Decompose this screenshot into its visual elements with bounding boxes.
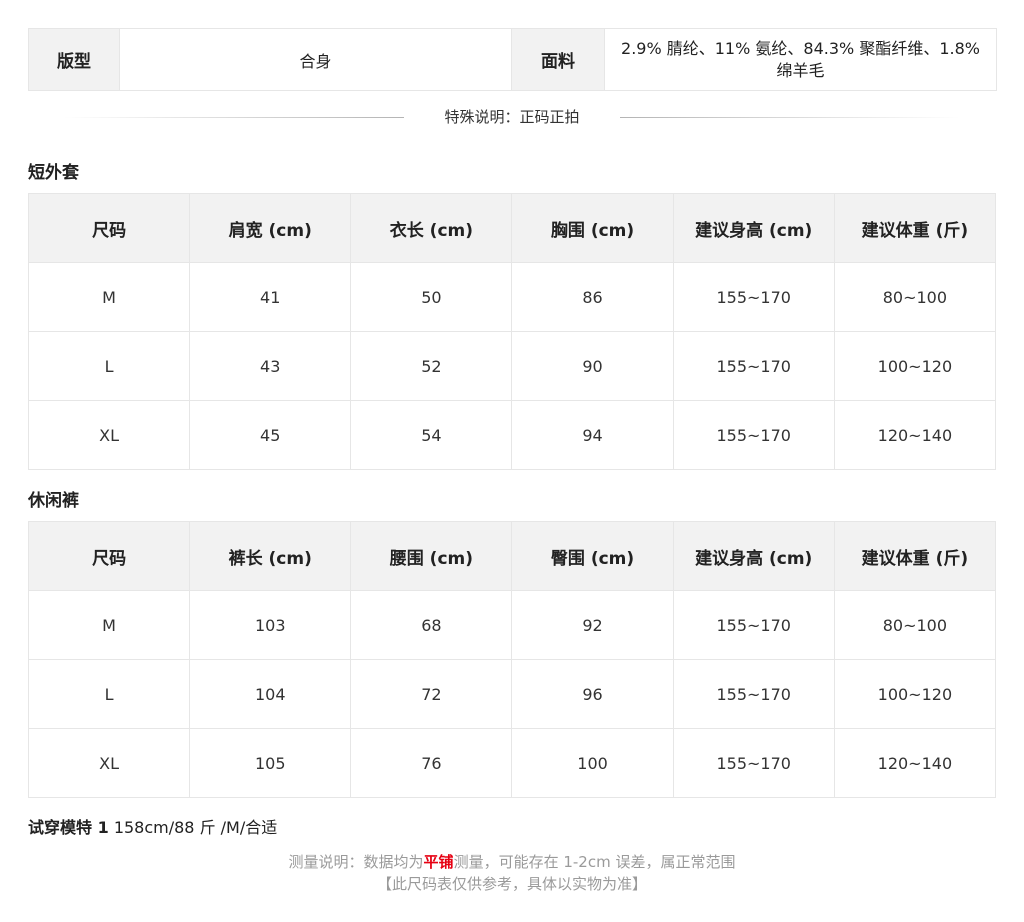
column-header: 建议身高 (cm) [672,521,835,591]
column-header: 建议身高 (cm) [672,193,835,263]
table-cell: L [27,659,191,729]
fit-value: 合身 [119,28,512,91]
table-row: XL 105 76 100 155~170 120~140 [27,728,997,798]
table-cell: 120~140 [833,400,997,470]
table-cell: 100~120 [833,659,997,729]
divider-right [620,117,960,118]
table-row: L 43 52 90 155~170 100~120 [27,331,997,401]
reference-disclaimer: 【此尺码表仅供参考，具体以实物为准】 [376,875,647,893]
column-header: 裤长 (cm) [189,521,352,591]
table-cell: 100 [511,728,674,798]
table-cell: 155~170 [672,262,835,332]
info-table: 版型 合身 面料 2.9% 腈纶、11% 氨纶、84.3% 聚酯纤维、1.8% … [28,28,997,91]
column-header: 尺码 [27,193,191,263]
table-cell: 80~100 [833,262,997,332]
divider-left [64,117,404,118]
table-cell: 52 [350,331,513,401]
table-row: M 103 68 92 155~170 80~100 [27,590,997,660]
table-cell: M [27,590,191,660]
table-cell: 86 [511,262,674,332]
table-cell: 94 [511,400,674,470]
table-cell: 43 [189,331,352,401]
table-cell: 120~140 [833,728,997,798]
model-info: 试穿模特 1 158cm/88 斤 /M/合适 [28,814,277,838]
table-cell: 68 [350,590,513,660]
table-cell: 76 [350,728,513,798]
jacket-section-title: 短外套 [28,163,79,183]
table-cell: 72 [350,659,513,729]
table-cell: 80~100 [833,590,997,660]
fit-label: 版型 [28,28,120,91]
fabric-label: 面料 [511,28,605,91]
column-header: 腰围 (cm) [350,521,513,591]
table-cell: XL [27,728,191,798]
table-cell: 104 [189,659,352,729]
measurement-note-prefix: 测量说明：数据均为 [288,853,424,871]
table-cell: 155~170 [672,590,835,660]
pants-section-title: 休闲裤 [28,491,79,511]
table-cell: 155~170 [672,331,835,401]
table-cell: 155~170 [672,728,835,798]
table-cell: 92 [511,590,674,660]
fabric-value: 2.9% 腈纶、11% 氨纶、84.3% 聚酯纤维、1.8% 绵羊毛 [604,28,997,91]
table-header-row: 尺码 肩宽 (cm) 衣长 (cm) 胸围 (cm) 建议身高 (cm) 建议体… [27,193,997,263]
measurement-note: 测量说明：数据均为平铺测量，可能存在 1-2cm 误差，属正常范围 [0,851,1024,872]
table-row: M 41 50 86 155~170 80~100 [27,262,997,332]
table-cell: 103 [189,590,352,660]
table-row: XL 45 54 94 155~170 120~140 [27,400,997,470]
table-row: L 104 72 96 155~170 100~120 [27,659,997,729]
table-header-row: 尺码 裤长 (cm) 腰围 (cm) 臀围 (cm) 建议身高 (cm) 建议体… [27,521,997,591]
table-cell: 155~170 [672,400,835,470]
table-cell: XL [27,400,191,470]
special-note: 特殊说明：正码正拍 [444,108,580,126]
jacket-size-table: 尺码 肩宽 (cm) 衣长 (cm) 胸围 (cm) 建议身高 (cm) 建议体… [27,193,997,470]
measurement-method-highlight: 平铺 [423,853,454,871]
column-header: 建议体重 (斤) [833,521,997,591]
model-value: 158cm/88 斤 /M/合适 [113,818,278,837]
table-cell: 41 [189,262,352,332]
table-cell: 100~120 [833,331,997,401]
column-header: 臀围 (cm) [511,521,674,591]
table-cell: 45 [189,400,352,470]
pants-size-table: 尺码 裤长 (cm) 腰围 (cm) 臀围 (cm) 建议身高 (cm) 建议体… [27,521,997,798]
table-cell: 90 [511,331,674,401]
table-cell: L [27,331,191,401]
measurement-note-suffix: 测量，可能存在 1-2cm 误差，属正常范围 [453,853,736,871]
column-header: 建议体重 (斤) [833,193,997,263]
table-cell: 96 [511,659,674,729]
model-label: 试穿模特 1 [28,818,109,837]
column-header: 衣长 (cm) [350,193,513,263]
table-cell: 155~170 [672,659,835,729]
table-cell: 105 [189,728,352,798]
column-header: 胸围 (cm) [511,193,674,263]
column-header: 尺码 [27,521,191,591]
table-cell: M [27,262,191,332]
column-header: 肩宽 (cm) [189,193,352,263]
table-cell: 54 [350,400,513,470]
table-cell: 50 [350,262,513,332]
